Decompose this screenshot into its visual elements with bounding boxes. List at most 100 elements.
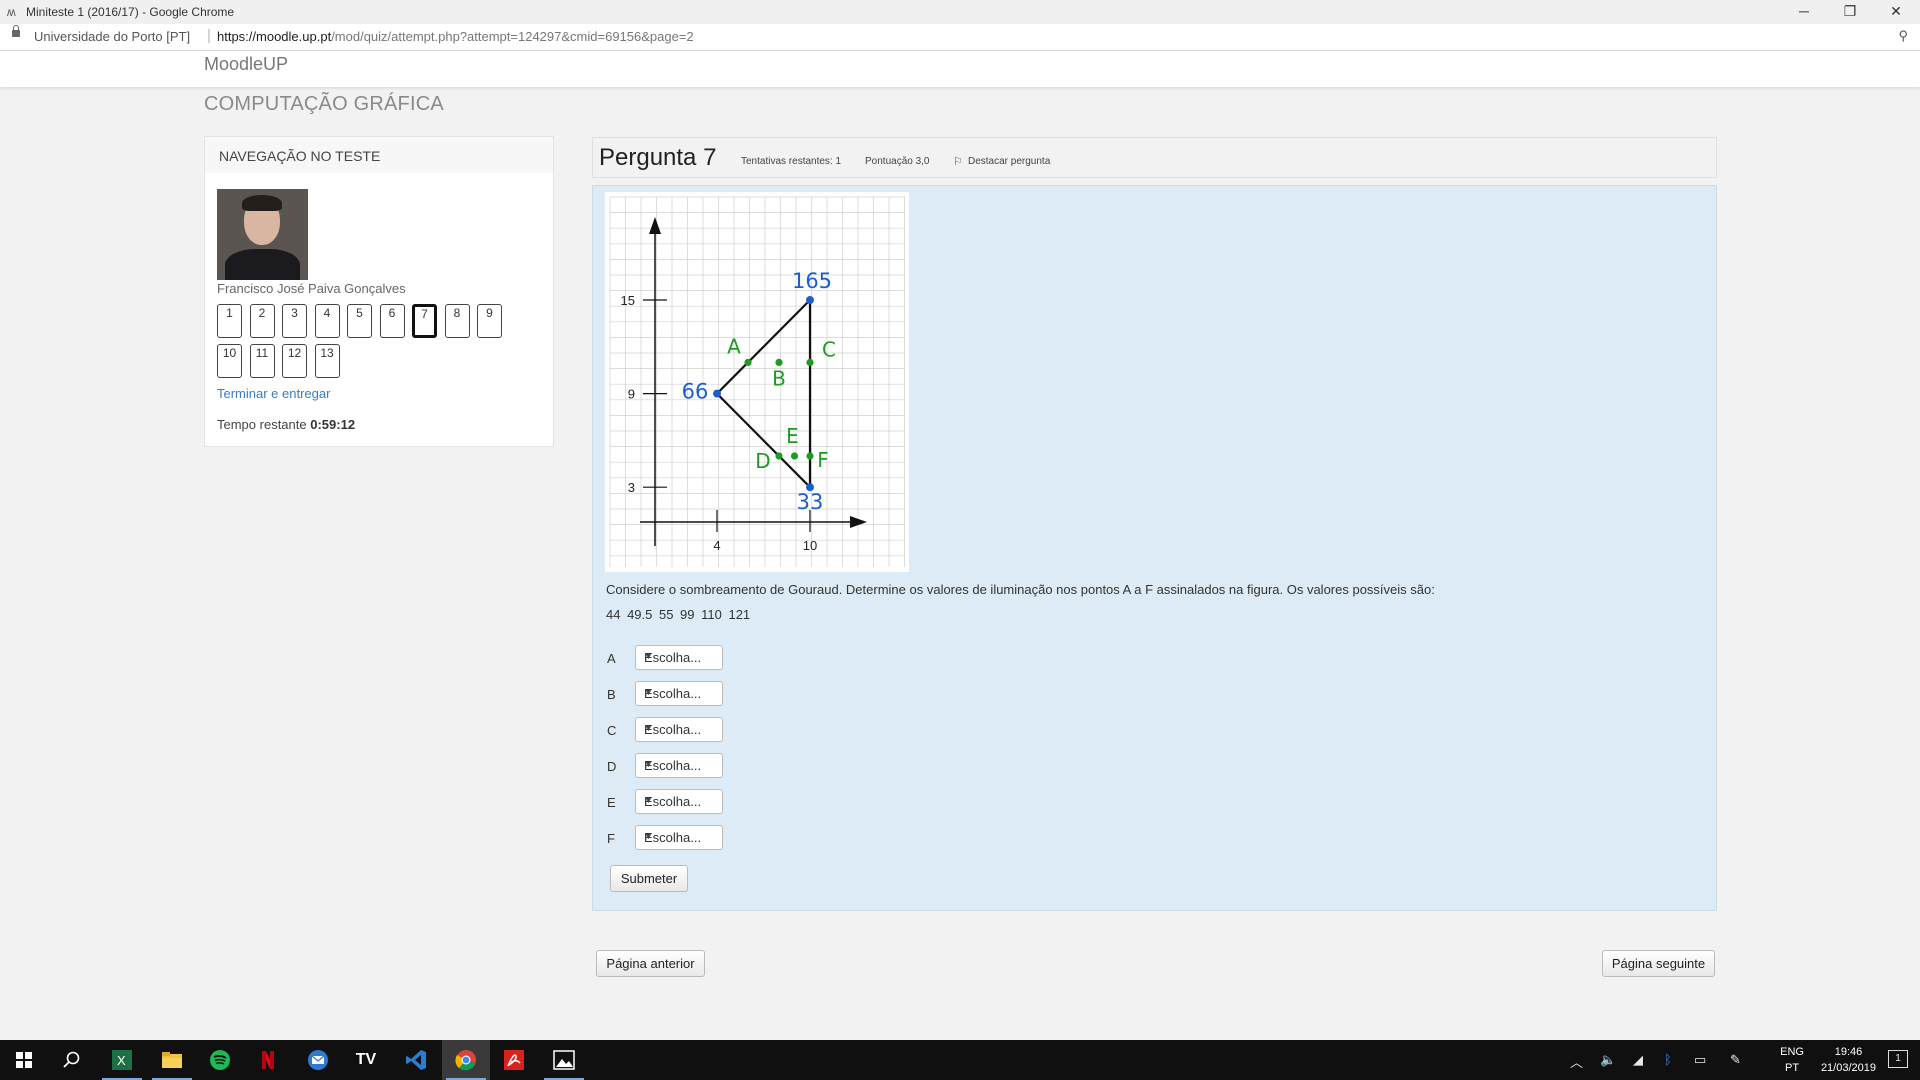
chevron-down-icon: ▼: [644, 831, 653, 841]
photos-icon[interactable]: [540, 1040, 588, 1080]
answer-select-b[interactable]: Escolha... ▼: [635, 681, 723, 706]
chrome-icon[interactable]: [442, 1040, 490, 1080]
windows-start-icon[interactable]: [0, 1040, 48, 1080]
chevron-up-icon[interactable]: ︿: [1570, 1052, 1583, 1071]
question-nav-button[interactable]: 11: [249, 344, 275, 378]
answer-label-d: D: [607, 759, 617, 774]
svg-text:X: X: [117, 1053, 126, 1068]
close-button[interactable]: ✕: [1873, 0, 1919, 24]
block-header: NAVEGAÇÃO NO TESTE: [205, 137, 553, 173]
question-nav-button[interactable]: 1: [217, 304, 242, 338]
finish-attempt-link[interactable]: Terminar e entregar: [217, 386, 330, 401]
sample-point-label: E: [786, 424, 799, 448]
sample-point-label: A: [727, 334, 741, 358]
user-name: Francisco José Paiva Gonçalves: [217, 281, 406, 296]
question-info: Pergunta 7 Tentativas restantes: 1 Pontu…: [592, 137, 1717, 178]
acrobat-icon[interactable]: [490, 1040, 538, 1080]
question-nav-button[interactable]: 4: [314, 304, 340, 338]
mail-icon[interactable]: [294, 1040, 342, 1080]
question-nav-button[interactable]: 8: [444, 304, 470, 338]
notification-count: 1: [1895, 1053, 1901, 1064]
y-tick-label: 15: [621, 293, 635, 308]
search-icon[interactable]: [48, 1040, 96, 1080]
block-title: NAVEGAÇÃO NO TESTE: [219, 148, 381, 164]
tv-icon[interactable]: TV: [342, 1040, 390, 1080]
question-nav-button[interactable]: 3: [282, 304, 307, 338]
system-clock[interactable]: 19:46 21/03/2019: [1821, 1044, 1876, 1076]
question-nav-button[interactable]: 2: [249, 304, 275, 338]
url-host[interactable]: https://moodle.up.pt: [217, 29, 331, 44]
sample-point: [744, 358, 752, 366]
volume-icon[interactable]: 🔈: [1600, 1052, 1616, 1068]
time-value: 0:59:12: [310, 417, 356, 432]
vertex-label: 33: [797, 490, 824, 514]
pen-icon[interactable]: ✎: [1730, 1052, 1741, 1068]
clock-date: 21/03/2019: [1820, 1062, 1876, 1074]
vertex-point: [806, 296, 814, 304]
network-icon[interactable]: ◢: [1633, 1052, 1643, 1068]
address-bar[interactable]: Universidade do Porto [PT] | https://moo…: [0, 24, 1920, 51]
sample-point: [806, 452, 814, 460]
time-remaining: Tempo restante 0:59:12: [217, 417, 355, 432]
chevron-down-icon: ▼: [644, 687, 653, 697]
answer-select-e[interactable]: Escolha... ▼: [635, 789, 723, 814]
question-nav-button[interactable]: 10: [217, 344, 242, 378]
minimize-button[interactable]: ─: [1781, 0, 1827, 24]
answer-select-c[interactable]: Escolha... ▼: [635, 717, 723, 742]
answer-select-d[interactable]: Escolha... ▼: [635, 753, 723, 778]
notification-center-icon[interactable]: 1: [1888, 1050, 1908, 1068]
url-text[interactable]: https://moodle.up.pt/mod/quiz/attempt.ph…: [217, 29, 694, 44]
sample-point-label: B: [772, 366, 786, 390]
question-number: Pergunta 7: [599, 144, 717, 171]
previous-page-button[interactable]: Página anterior: [596, 950, 705, 977]
quiz-navigation-block: NAVEGAÇÃO NO TESTE Francisco José Paiva …: [204, 136, 554, 447]
possible-values: 44 49.5 55 99 110 121: [606, 607, 751, 622]
vertex-point: [713, 389, 721, 398]
bluetooth-icon[interactable]: ᛒ: [1664, 1052, 1672, 1067]
chevron-down-icon: ▼: [644, 651, 653, 661]
language-indicator[interactable]: ENG PT: [1780, 1044, 1804, 1076]
sample-point: [790, 452, 799, 460]
moodle-icon: ʍ: [7, 5, 16, 19]
y-axis-arrow: [649, 217, 661, 234]
y-tick-label: 9: [628, 387, 635, 402]
answer-label-e: E: [607, 795, 616, 810]
excel-icon[interactable]: X: [98, 1040, 146, 1080]
vertex-label: 165: [792, 269, 832, 293]
magnifier-icon[interactable]: ⚲: [1898, 28, 1908, 44]
question-nav-button[interactable]: 9: [477, 304, 502, 338]
lock-icon[interactable]: [12, 25, 20, 37]
lang-code: ENG: [1780, 1046, 1804, 1058]
answer-label-f: F: [607, 831, 615, 846]
question-nav-button[interactable]: 7: [412, 304, 437, 338]
submit-button[interactable]: Submeter: [610, 865, 688, 892]
url-path[interactable]: /mod/quiz/attempt.php?attempt=124297&cmi…: [331, 29, 693, 44]
flag-icon[interactable]: ⚐: [953, 155, 963, 168]
windows-taskbar: X TV ︿ 🔈 ◢ ᛒ ▭ ✎ ENG PT 19:46 21/03/2019 1: [0, 1040, 1920, 1080]
user-avatar: [217, 189, 308, 280]
window-titlebar: ʍ Miniteste 1 (2016/17) - Google Chrome …: [0, 0, 1920, 25]
flag-question-link[interactable]: Destacar pergunta: [968, 156, 1050, 167]
site-navbar: MoodleUP: [0, 51, 1920, 87]
sample-point: [806, 358, 814, 366]
answer-select-f[interactable]: Escolha... ▼: [635, 825, 723, 850]
restore-button[interactable]: ❐: [1827, 0, 1873, 24]
answer-select-a[interactable]: Escolha... ▼: [635, 645, 723, 670]
site-brand[interactable]: MoodleUP: [204, 54, 288, 75]
question-nav-button[interactable]: 12: [282, 344, 307, 378]
sample-point: [775, 358, 783, 366]
clock-time: 19:46: [1834, 1046, 1863, 1058]
question-nav-button[interactable]: 5: [347, 304, 372, 338]
x-axis-arrow: [850, 516, 867, 528]
spotify-icon[interactable]: [196, 1040, 244, 1080]
time-label: Tempo restante: [217, 417, 307, 432]
netflix-icon[interactable]: [244, 1040, 292, 1080]
next-page-button[interactable]: Página seguinte: [1602, 950, 1715, 977]
site-origin[interactable]: Universidade do Porto [PT]: [34, 29, 190, 44]
vscode-icon[interactable]: [392, 1040, 440, 1080]
question-nav-button[interactable]: 13: [314, 344, 340, 378]
answer-label-c: C: [607, 723, 617, 738]
battery-icon[interactable]: ▭: [1694, 1052, 1706, 1068]
question-nav-button[interactable]: 6: [379, 304, 405, 338]
file-explorer-icon[interactable]: [148, 1040, 196, 1080]
